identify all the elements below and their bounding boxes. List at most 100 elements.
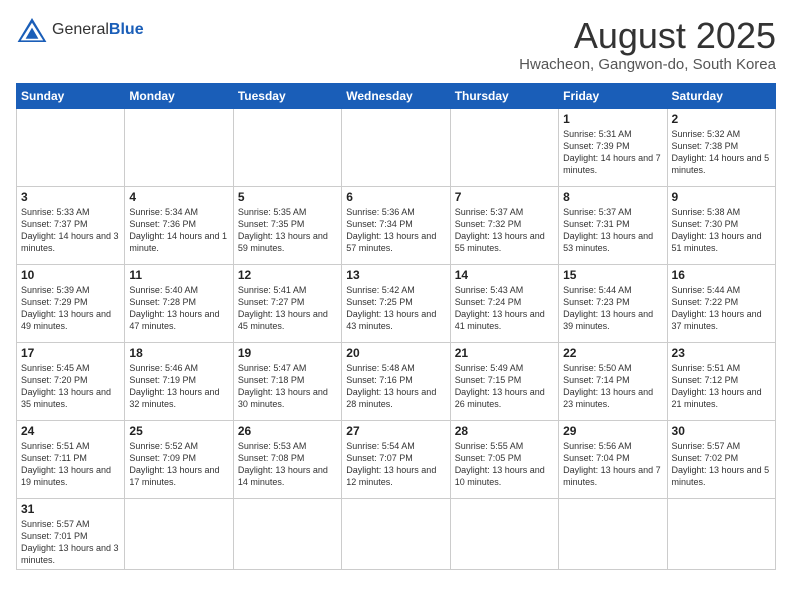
day-info: Sunrise: 5:35 AM Sunset: 7:35 PM Dayligh… [238, 206, 337, 255]
day-info: Sunrise: 5:36 AM Sunset: 7:34 PM Dayligh… [346, 206, 445, 255]
day-info: Sunrise: 5:56 AM Sunset: 7:04 PM Dayligh… [563, 440, 662, 489]
day-number: 26 [238, 424, 337, 438]
day-cell: 20 Sunrise: 5:48 AM Sunset: 7:16 PM Dayli… [342, 342, 450, 420]
day-number: 10 [21, 268, 120, 282]
weekday-saturday: Saturday [667, 83, 775, 108]
day-number: 19 [238, 346, 337, 360]
day-cell: 7 Sunrise: 5:37 AM Sunset: 7:32 PM Daylig… [450, 186, 558, 264]
day-info: Sunrise: 5:44 AM Sunset: 7:22 PM Dayligh… [672, 284, 771, 333]
week-row-5: 24 Sunrise: 5:51 AM Sunset: 7:11 PM Dayli… [17, 420, 776, 498]
week-row-4: 17Sunrise: 5:45 AM Sunset: 7:20 PM Dayli… [17, 342, 776, 420]
day-cell: 14Sunrise: 5:43 AM Sunset: 7:24 PM Dayli… [450, 264, 558, 342]
day-number: 1 [563, 112, 662, 126]
week-row-2: 3 Sunrise: 5:33 AM Sunset: 7:37 PM Daylig… [17, 186, 776, 264]
logo-icon [16, 16, 48, 44]
day-number: 6 [346, 190, 445, 204]
day-number: 30 [672, 424, 771, 438]
day-cell: 28 Sunrise: 5:55 AM Sunset: 7:05 PM Dayli… [450, 420, 558, 498]
day-info: Sunrise: 5:45 AM Sunset: 7:20 PM Dayligh… [21, 362, 120, 411]
day-cell: 4 Sunrise: 5:34 AM Sunset: 7:36 PM Daylig… [125, 186, 233, 264]
day-number: 20 [346, 346, 445, 360]
day-number: 7 [455, 190, 554, 204]
day-info: Sunrise: 5:51 AM Sunset: 7:11 PM Dayligh… [21, 440, 120, 489]
day-info: Sunrise: 5:49 AM Sunset: 7:15 PM Dayligh… [455, 362, 554, 411]
day-info: Sunrise: 5:37 AM Sunset: 7:31 PM Dayligh… [563, 206, 662, 255]
day-info: Sunrise: 5:46 AM Sunset: 7:19 PM Dayligh… [129, 362, 228, 411]
title-block: August 2025 Hwacheon, Gangwon-do, South … [519, 16, 776, 73]
day-cell [342, 108, 450, 186]
day-cell: 21 Sunrise: 5:49 AM Sunset: 7:15 PM Dayli… [450, 342, 558, 420]
logo: GeneralBlue [16, 16, 144, 44]
day-info: Sunrise: 5:34 AM Sunset: 7:36 PM Dayligh… [129, 206, 228, 255]
weekday-friday: Friday [559, 83, 667, 108]
day-number: 9 [672, 190, 771, 204]
day-info: Sunrise: 5:38 AM Sunset: 7:30 PM Dayligh… [672, 206, 771, 255]
day-cell: 13 Sunrise: 5:42 AM Sunset: 7:25 PM Dayli… [342, 264, 450, 342]
day-cell: 15Sunrise: 5:44 AM Sunset: 7:23 PM Dayli… [559, 264, 667, 342]
calendar-page: GeneralBlue August 2025 Hwacheon, Gangwo… [0, 0, 792, 612]
day-number: 18 [129, 346, 228, 360]
calendar-title: August 2025 [519, 16, 776, 56]
day-number: 3 [21, 190, 120, 204]
day-cell: 29 Sunrise: 5:56 AM Sunset: 7:04 PM Dayli… [559, 420, 667, 498]
day-cell: 3 Sunrise: 5:33 AM Sunset: 7:37 PM Daylig… [17, 186, 125, 264]
week-row-1: 1 Sunrise: 5:31 AM Sunset: 7:39 PM Daylig… [17, 108, 776, 186]
day-cell: 24 Sunrise: 5:51 AM Sunset: 7:11 PM Dayli… [17, 420, 125, 498]
day-number: 21 [455, 346, 554, 360]
day-cell [17, 108, 125, 186]
day-info: Sunrise: 5:37 AM Sunset: 7:32 PM Dayligh… [455, 206, 554, 255]
day-number: 16 [672, 268, 771, 282]
day-cell: 9 Sunrise: 5:38 AM Sunset: 7:30 PM Daylig… [667, 186, 775, 264]
day-info: Sunrise: 5:50 AM Sunset: 7:14 PM Dayligh… [563, 362, 662, 411]
day-cell: 2Sunrise: 5:32 AM Sunset: 7:38 PM Daylig… [667, 108, 775, 186]
day-cell: 26 Sunrise: 5:53 AM Sunset: 7:08 PM Dayli… [233, 420, 341, 498]
day-cell: 25Sunrise: 5:52 AM Sunset: 7:09 PM Dayli… [125, 420, 233, 498]
calendar-table: SundayMondayTuesdayWednesdayThursdayFrid… [16, 83, 776, 571]
day-info: Sunrise: 5:51 AM Sunset: 7:12 PM Dayligh… [672, 362, 771, 411]
day-cell [450, 498, 558, 570]
day-number: 25 [129, 424, 228, 438]
day-cell: 10 Sunrise: 5:39 AM Sunset: 7:29 PM Dayli… [17, 264, 125, 342]
day-cell [125, 108, 233, 186]
day-cell [125, 498, 233, 570]
day-cell: 27Sunrise: 5:54 AM Sunset: 7:07 PM Dayli… [342, 420, 450, 498]
day-cell [450, 108, 558, 186]
day-cell [233, 108, 341, 186]
day-cell: 1 Sunrise: 5:31 AM Sunset: 7:39 PM Daylig… [559, 108, 667, 186]
weekday-tuesday: Tuesday [233, 83, 341, 108]
day-number: 4 [129, 190, 228, 204]
day-number: 5 [238, 190, 337, 204]
day-number: 29 [563, 424, 662, 438]
day-info: Sunrise: 5:55 AM Sunset: 7:05 PM Dayligh… [455, 440, 554, 489]
day-info: Sunrise: 5:33 AM Sunset: 7:37 PM Dayligh… [21, 206, 120, 255]
day-info: Sunrise: 5:39 AM Sunset: 7:29 PM Dayligh… [21, 284, 120, 333]
day-info: Sunrise: 5:57 AM Sunset: 7:02 PM Dayligh… [672, 440, 771, 489]
day-info: Sunrise: 5:42 AM Sunset: 7:25 PM Dayligh… [346, 284, 445, 333]
day-number: 8 [563, 190, 662, 204]
weekday-sunday: Sunday [17, 83, 125, 108]
calendar-subtitle: Hwacheon, Gangwon-do, South Korea [519, 56, 776, 73]
day-cell: 8 Sunrise: 5:37 AM Sunset: 7:31 PM Daylig… [559, 186, 667, 264]
day-cell: 12Sunrise: 5:41 AM Sunset: 7:27 PM Dayli… [233, 264, 341, 342]
weekday-wednesday: Wednesday [342, 83, 450, 108]
day-number: 13 [346, 268, 445, 282]
day-number: 31 [21, 502, 120, 516]
day-number: 28 [455, 424, 554, 438]
day-info: Sunrise: 5:47 AM Sunset: 7:18 PM Dayligh… [238, 362, 337, 411]
day-cell [342, 498, 450, 570]
day-info: Sunrise: 5:53 AM Sunset: 7:08 PM Dayligh… [238, 440, 337, 489]
header: GeneralBlue August 2025 Hwacheon, Gangwo… [16, 16, 776, 73]
day-info: Sunrise: 5:32 AM Sunset: 7:38 PM Dayligh… [672, 128, 771, 177]
day-cell: 11Sunrise: 5:40 AM Sunset: 7:28 PM Dayli… [125, 264, 233, 342]
day-number: 24 [21, 424, 120, 438]
day-cell [233, 498, 341, 570]
week-row-3: 10 Sunrise: 5:39 AM Sunset: 7:29 PM Dayli… [17, 264, 776, 342]
weekday-header-row: SundayMondayTuesdayWednesdayThursdayFrid… [17, 83, 776, 108]
day-info: Sunrise: 5:31 AM Sunset: 7:39 PM Dayligh… [563, 128, 662, 177]
weekday-monday: Monday [125, 83, 233, 108]
day-cell: 18 Sunrise: 5:46 AM Sunset: 7:19 PM Dayli… [125, 342, 233, 420]
day-info: Sunrise: 5:43 AM Sunset: 7:24 PM Dayligh… [455, 284, 554, 333]
day-info: Sunrise: 5:48 AM Sunset: 7:16 PM Dayligh… [346, 362, 445, 411]
day-cell: 30 Sunrise: 5:57 AM Sunset: 7:02 PM Dayli… [667, 420, 775, 498]
week-row-6: 31Sunrise: 5:57 AM Sunset: 7:01 PM Dayli… [17, 498, 776, 570]
